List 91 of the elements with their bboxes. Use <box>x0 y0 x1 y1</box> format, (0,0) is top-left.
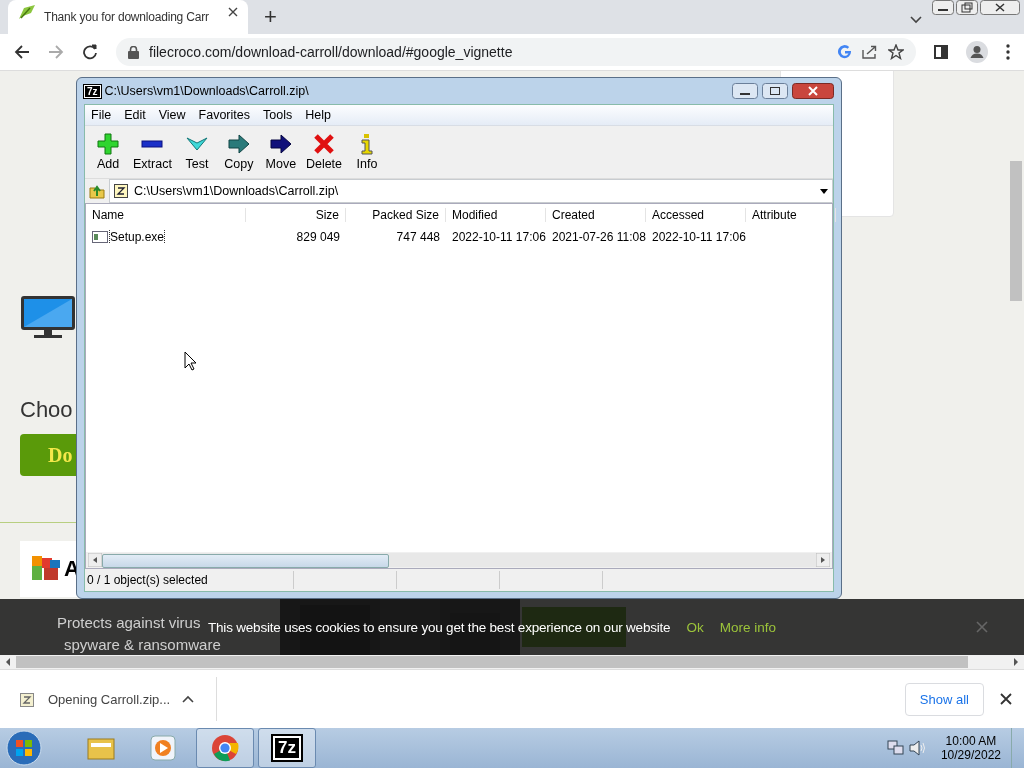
menu-item[interactable]: Favorites <box>198 108 250 122</box>
toolbar-button[interactable]: Test <box>179 133 214 171</box>
table-cell-text: 747 448 <box>395 230 441 244</box>
close-icon[interactable] <box>1000 693 1012 705</box>
clock-date: 10/29/2022 <box>940 748 1001 762</box>
toolbar-button[interactable]: Info <box>350 133 385 171</box>
folder-up-icon[interactable] <box>89 183 105 199</box>
heading-text: Choo <box>20 397 73 423</box>
close-icon[interactable] <box>792 83 834 99</box>
toolbar-button[interactable]: Extract <box>133 133 172 171</box>
table-cell-text: 2022-10-11 17:06 <box>451 230 546 244</box>
cursor-icon <box>184 351 198 371</box>
plus-icon <box>97 133 119 155</box>
menu-item[interactable]: Edit <box>124 108 146 122</box>
profile-icon[interactable] <box>966 41 988 63</box>
scroll-left-icon[interactable] <box>88 553 102 567</box>
scrollbar-thumb[interactable] <box>102 554 389 568</box>
column-header[interactable]: Attribute <box>746 208 836 222</box>
toolbar-button[interactable]: Delete <box>305 133 343 171</box>
lock-icon <box>128 45 139 59</box>
menu-item[interactable]: Tools <box>263 108 293 122</box>
clock-time: 10:00 AM <box>945 734 997 748</box>
archive-icon <box>114 184 128 198</box>
cookie-message: This website uses cookies to ensure you get the best experience on our website <box>208 619 671 635</box>
product-description: spyware & ransomware <box>64 636 221 653</box>
window-title: C:\Users\vm1\Downloads\Carroll.zip\ <box>104 84 309 98</box>
cross-icon <box>312 133 335 155</box>
arrow-icon <box>227 133 250 155</box>
download-name: Opening Carroll.zip... <box>48 691 171 707</box>
close-icon[interactable] <box>980 0 1020 15</box>
star-icon[interactable] <box>888 44 904 60</box>
arrow-icon <box>269 133 292 155</box>
tab-title: Thank you for downloading Carr <box>44 10 210 24</box>
scroll-right-icon[interactable] <box>1012 657 1020 667</box>
chevron-up-icon[interactable] <box>182 695 195 703</box>
forward-icon <box>48 44 64 60</box>
close-icon[interactable] <box>228 7 238 17</box>
table-cell-text: 829 049 <box>295 230 341 244</box>
new-tab-button[interactable]: + <box>258 0 283 34</box>
side-panel-icon[interactable] <box>934 45 948 59</box>
reload-icon[interactable] <box>82 44 98 60</box>
scroll-left-icon[interactable] <box>4 657 12 667</box>
browser-icon <box>210 733 240 763</box>
column-header[interactable]: Packed Size <box>346 208 446 222</box>
status-text: 0 / 1 object(s) selected <box>85 571 294 589</box>
monitor-icon <box>20 295 76 339</box>
more-info-link[interactable]: More info <box>719 619 776 635</box>
menu-item[interactable]: File <box>91 108 112 122</box>
file-name[interactable]: Setup.exe <box>110 230 165 244</box>
scrollbar[interactable] <box>1010 161 1022 301</box>
scroll-right-icon[interactable] <box>816 553 830 567</box>
address-bar[interactable]: filecroco.com/download-carroll/download/#google_vignette <box>116 38 916 66</box>
file-icon <box>92 231 108 243</box>
product-description: Protects against virus <box>57 614 201 631</box>
menu-item[interactable]: Help <box>305 108 331 122</box>
back-icon[interactable] <box>14 44 30 60</box>
column-header[interactable]: Accessed <box>646 208 746 222</box>
minimize-icon[interactable] <box>732 83 758 99</box>
taskbar-button[interactable]: 7z <box>258 728 316 768</box>
archive-icon <box>20 691 36 707</box>
taskbar-button[interactable] <box>196 728 254 768</box>
ok-link[interactable]: Ok <box>686 619 704 635</box>
restore-icon[interactable] <box>956 0 978 15</box>
play-icon <box>148 733 178 763</box>
column-header[interactable]: Size <box>246 208 346 222</box>
network-icon[interactable] <box>886 740 905 756</box>
maximize-icon[interactable] <box>762 83 788 99</box>
browser-tab[interactable]: Thank you for downloading Carr <box>8 0 248 34</box>
show-all-button[interactable]: Show all <box>904 682 984 716</box>
column-header[interactable]: Modified <box>446 208 546 222</box>
toolbar-button[interactable]: Add <box>91 133 125 171</box>
minimize-icon[interactable] <box>932 0 954 15</box>
dropdown-arrow-icon[interactable] <box>820 188 828 194</box>
column-header[interactable]: Created <box>546 208 646 222</box>
share-icon[interactable] <box>862 45 878 59</box>
app-icon: 7z <box>84 84 101 98</box>
chevron-down-icon[interactable] <box>910 16 922 24</box>
toolbar-button[interactable]: Move <box>263 133 298 171</box>
start-button-icon[interactable] <box>6 730 42 766</box>
scrollbar-thumb[interactable] <box>16 656 969 668</box>
toolbar-button[interactable]: Copy <box>221 133 256 171</box>
g-logo-icon[interactable] <box>838 45 852 59</box>
column-header[interactable]: Name <box>86 208 246 222</box>
path-field[interactable]: C:\Users\vm1\Downloads\Carroll.zip\ <box>109 179 833 203</box>
table-cell-text: 2022-10-11 17:06 <box>651 230 746 244</box>
menu-item[interactable]: View <box>158 108 186 122</box>
leaf-icon <box>18 4 36 20</box>
speaker-icon[interactable] <box>908 740 927 756</box>
url-text: filecroco.com/download-carroll/download/#google_vignette <box>149 44 513 60</box>
menu-icon[interactable] <box>1006 44 1010 60</box>
table-cell-text: 2021-07-26 11:08 <box>551 230 646 244</box>
